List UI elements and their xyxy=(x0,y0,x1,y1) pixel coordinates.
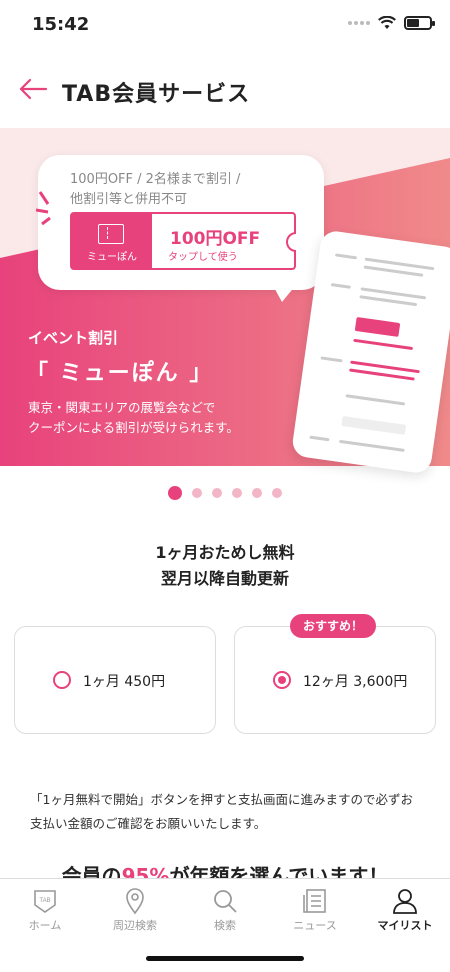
ticket-subtitle: タップして使う xyxy=(168,252,238,263)
recommend-badge: おすすめ！ xyxy=(290,614,376,638)
carousel-dot[interactable] xyxy=(272,488,282,498)
carousel-dot[interactable] xyxy=(212,488,222,498)
tab-home-label: ホーム xyxy=(28,919,62,932)
tab-nearby-label: 周辺検索 xyxy=(113,919,157,932)
plan-yearly-radio[interactable] xyxy=(273,671,291,689)
stat-accent: 95% xyxy=(121,864,170,878)
promo-desc-line2: クーポンによる割引が受けられます。 xyxy=(28,420,239,435)
app-header: TAB会員サービス xyxy=(0,62,450,118)
tab-news-label: ニュース xyxy=(293,919,337,932)
tab-search-label: 検索 xyxy=(214,919,236,932)
payment-notice: 「1ヶ月無料で開始」ボタンを押すと支払画面に進みますので必ずお支払い金額のご確認… xyxy=(30,792,413,831)
ticket-notch xyxy=(286,232,296,252)
tab-nearby[interactable]: 周辺検索 xyxy=(90,879,180,942)
carousel-dot[interactable] xyxy=(232,488,242,498)
status-time: 15:42 xyxy=(32,14,90,35)
plan-yearly-label: 12ヶ月 3,600円 xyxy=(303,674,408,690)
carousel-dot[interactable] xyxy=(168,486,182,500)
person-icon xyxy=(393,889,417,914)
promo-title: イベント割引 xyxy=(28,329,119,347)
plan-monthly-label: 1ヶ月 450円 xyxy=(83,674,166,690)
ticket-left: ミューぽん xyxy=(72,214,152,268)
search-icon xyxy=(214,890,237,913)
signal-icon xyxy=(348,21,370,25)
ticket-label: ミューぽん xyxy=(87,252,137,263)
coupon-note: 100円OFF / 2名様まで割引 / 他割引等と併用不可 xyxy=(70,170,240,210)
news-icon xyxy=(303,889,326,913)
battery-icon xyxy=(404,16,435,30)
tab-news[interactable]: ニュース xyxy=(270,879,360,942)
promo-description: 東京・関東エリアの展覧会などで クーポンによる割引が受けられます。 xyxy=(28,398,239,438)
promo-desc-line1: 東京・関東エリアの展覧会などで xyxy=(28,400,216,415)
trial-line1: 1ヶ月おためし無料 xyxy=(155,543,295,562)
ticket-title: 100円OFF xyxy=(170,229,261,249)
carousel-pagination xyxy=(0,486,450,500)
back-arrow-icon[interactable] xyxy=(18,74,48,104)
coupon-note-line1: 100円OFF / 2名様まで割引 / xyxy=(70,172,241,187)
wifi-icon xyxy=(378,16,396,29)
coupon-note-line2: 他割引等と併用不可 xyxy=(70,192,188,207)
plan-monthly-option[interactable]: 1ヶ月 450円 xyxy=(14,626,216,734)
status-bar: 15:42 xyxy=(0,0,450,52)
svg-text:TAB: TAB xyxy=(39,898,50,904)
sparkle-icon xyxy=(36,191,51,226)
tab-mylist[interactable]: マイリスト xyxy=(360,879,450,942)
yearly-stat-heading: 会員の95%が年額を選んでいます！ xyxy=(0,860,450,878)
tab-bar: TAB ホーム 周辺検索 検索 ニュース マイリスト xyxy=(0,878,450,942)
tab-logo-icon: TAB xyxy=(34,890,56,913)
tab-home[interactable]: TAB ホーム xyxy=(0,879,90,942)
carousel-dot[interactable] xyxy=(252,488,262,498)
plan-monthly-radio[interactable] xyxy=(53,671,71,689)
home-indicator xyxy=(146,956,304,961)
promo-name: 「 ミューぽん 」 xyxy=(26,361,214,386)
carousel-dot[interactable] xyxy=(192,488,202,498)
stat-pre: 会員の xyxy=(61,864,122,878)
coupon-ticket[interactable]: ミューぽん 100円OFF タップして使う xyxy=(70,212,296,270)
ticket-icon xyxy=(98,224,124,244)
tab-mylist-label: マイリスト xyxy=(377,919,433,932)
trial-line2: 翌月以降自動更新 xyxy=(160,569,289,588)
status-icons xyxy=(348,16,435,30)
page-title: TAB会員サービス xyxy=(62,82,251,107)
bubble-tail xyxy=(270,280,300,302)
stat-post: が年額を選んでいます！ xyxy=(169,864,389,878)
location-pin-icon xyxy=(126,888,144,915)
tab-search[interactable]: 検索 xyxy=(180,879,270,942)
trial-info: 1ヶ月おためし無料 翌月以降自動更新 xyxy=(0,540,450,592)
plan-yearly-option[interactable]: 12ヶ月 3,600円 xyxy=(234,626,436,734)
